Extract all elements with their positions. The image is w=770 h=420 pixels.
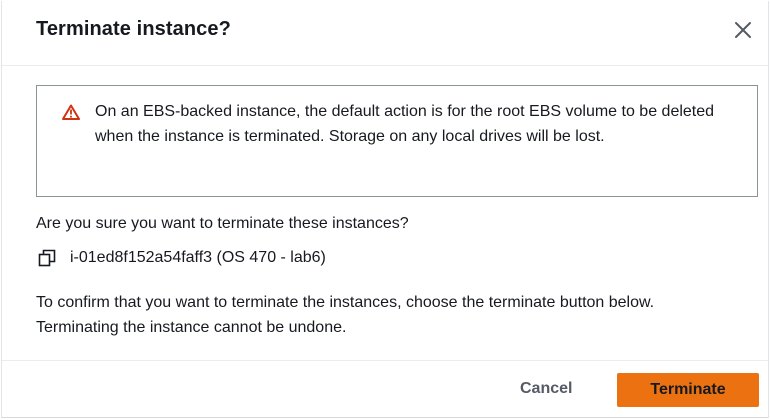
cancel-button[interactable]: Cancel — [520, 380, 572, 398]
dialog-header: Terminate instance? — [2, 1, 768, 66]
warning-triangle-icon — [62, 104, 80, 120]
warning-text: On an EBS-backed instance, the default a… — [95, 103, 715, 145]
instance-item: i-01ed8f152a54faff3 (OS 470 - lab6) — [38, 249, 326, 267]
close-icon — [735, 22, 751, 38]
dialog-title: Terminate instance? — [36, 18, 231, 40]
terminate-instance-dialog: Terminate instance? On an EBS-backed ins… — [1, 1, 769, 418]
confirmation-question: Are you sure you want to terminate these… — [36, 215, 409, 232]
close-button[interactable] — [730, 17, 756, 43]
terminate-button[interactable]: Terminate — [617, 373, 759, 407]
instance-label: i-01ed8f152a54faff3 (OS 470 - lab6) — [70, 249, 326, 266]
copy-icon[interactable] — [38, 249, 56, 267]
warning-alert: On an EBS-backed instance, the default a… — [36, 85, 758, 197]
confirm-instructions: To confirm that you want to terminate th… — [36, 294, 655, 336]
dialog-footer: Cancel Terminate — [2, 360, 768, 417]
